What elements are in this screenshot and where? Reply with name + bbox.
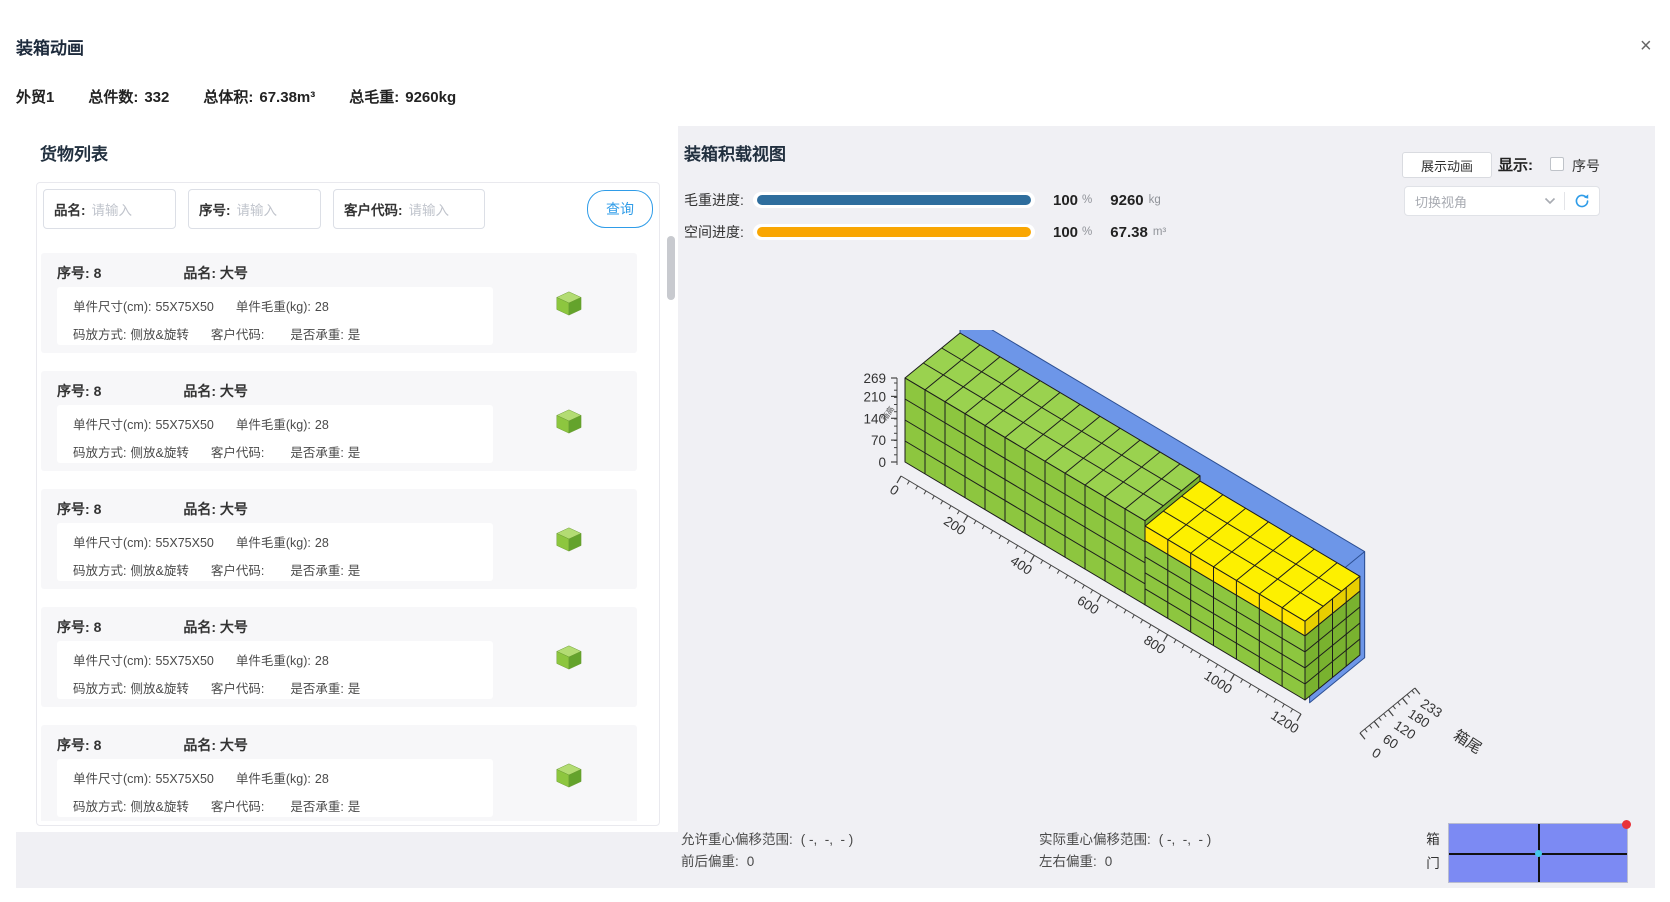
load-view-title: 装箱积载视图 <box>684 140 786 165</box>
cargo-card-header: 序号: 8品名: 大号 <box>57 381 248 401</box>
cargo-card-header: 序号: 8品名: 大号 <box>57 263 248 283</box>
progress-label: 毛重进度: <box>684 190 753 210</box>
door-center-dot <box>1535 850 1542 857</box>
summary-bar: 外贸1 总件数:332 总体积:67.38m³ 总毛重:9260kg <box>16 86 456 107</box>
door-corner-dot <box>1622 820 1631 829</box>
product-name-input[interactable]: 品名:请输入 <box>43 189 176 229</box>
sequence-checkbox-label: 序号 <box>1572 156 1600 176</box>
svg-text:200: 200 <box>941 513 968 538</box>
progress-percent: 100 <box>1053 224 1078 241</box>
refresh-icon[interactable] <box>1573 192 1591 210</box>
svg-text:400: 400 <box>1008 553 1035 578</box>
cargo-list-panel: 货物列表 品名:请输入 序号:请输入 客户代码:请输入 查询 序号: 8品名: … <box>16 126 678 832</box>
order-name: 外贸1 <box>16 86 54 107</box>
cargo-card-detail: 单件尺寸(cm):55X75X50单件毛重(kg):28 码放方式:侧放&旋转客… <box>57 641 493 699</box>
search-row: 品名:请输入 序号:请输入 客户代码:请输入 查询 <box>37 183 659 235</box>
progress-value: 67.38 <box>1110 224 1148 241</box>
cargo-list-container: 品名:请输入 序号:请输入 客户代码:请输入 查询 序号: 8品名: 大号 单件… <box>36 182 660 826</box>
cargo-card-detail: 单件尺寸(cm):55X75X50单件毛重(kg):28 码放方式:侧放&旋转客… <box>57 405 493 463</box>
door-position-diagram <box>1448 823 1628 883</box>
progress-bar <box>757 195 1031 205</box>
cargo-card[interactable]: 序号: 8品名: 大号 单件尺寸(cm):55X75X50单件毛重(kg):28… <box>41 371 637 471</box>
progress-track <box>753 224 1035 240</box>
container-3d-plot[interactable]: 070140210269箱高02004006008001000120006012… <box>640 330 1580 830</box>
svg-text:0: 0 <box>1369 745 1383 762</box>
progress-value: 9260 <box>1110 192 1143 209</box>
sequence-checkbox[interactable] <box>1550 157 1564 171</box>
progress-row-1: 空间进度: 100% 67.38 m³ <box>684 216 1244 248</box>
cargo-card[interactable]: 序号: 8品名: 大号 单件尺寸(cm):55X75X50单件毛重(kg):28… <box>41 253 637 353</box>
show-animation-button[interactable]: 展示动画 <box>1402 152 1492 178</box>
cargo-card-header: 序号: 8品名: 大号 <box>57 735 248 755</box>
box-3d-icon <box>553 761 583 789</box>
svg-text:箱高: 箱高 <box>879 404 896 423</box>
svg-text:600: 600 <box>1074 593 1101 618</box>
box-3d-icon <box>553 407 583 435</box>
progress-label: 空间进度: <box>684 222 753 242</box>
chevron-down-icon <box>1544 197 1556 205</box>
cargo-card-list: 序号: 8品名: 大号 单件尺寸(cm):55X75X50单件毛重(kg):28… <box>41 251 637 821</box>
svg-text:210: 210 <box>863 389 886 404</box>
dialog-body: 货物列表 品名:请输入 序号:请输入 客户代码:请输入 查询 序号: 8品名: … <box>16 126 1655 888</box>
svg-text:70: 70 <box>871 433 886 448</box>
client-code-input[interactable]: 客户代码:请输入 <box>333 189 485 229</box>
progress-row-0: 毛重进度: 100% 9260 kg <box>684 184 1244 216</box>
box-3d-icon <box>553 643 583 671</box>
percent-sign: % <box>1082 194 1092 206</box>
switch-view-select[interactable]: 切换视角 <box>1404 186 1600 216</box>
cargo-card[interactable]: 序号: 8品名: 大号 单件尺寸(cm):55X75X50单件毛重(kg):28… <box>41 607 637 707</box>
progress-unit: m³ <box>1153 226 1166 238</box>
cargo-card-detail: 单件尺寸(cm):55X75X50单件毛重(kg):28 码放方式:侧放&旋转客… <box>57 523 493 581</box>
cargo-list-title: 货物列表 <box>40 140 108 165</box>
progress-percent: 100 <box>1053 192 1078 209</box>
svg-text:800: 800 <box>1141 632 1168 657</box>
display-label: 显示: <box>1498 154 1533 175</box>
svg-text:0: 0 <box>887 482 901 499</box>
box-3d-icon <box>553 289 583 317</box>
front-rear-bias: 前后偏重:0 <box>681 850 754 870</box>
total-count: 总件数:332 <box>82 86 169 107</box>
cargo-card[interactable]: 序号: 8品名: 大号 单件尺寸(cm):55X75X50单件毛重(kg):28… <box>41 725 637 821</box>
progress-bar <box>757 227 1031 237</box>
total-weight: 总毛重:9260kg <box>343 86 456 107</box>
svg-text:0: 0 <box>878 455 886 470</box>
svg-text:箱尾: 箱尾 <box>1450 727 1484 758</box>
progress-rows: 毛重进度: 100% 9260 kg 空间进度: 100% 67.38 m³ <box>684 184 1244 248</box>
load-view-panel: 装箱积载视图 毛重进度: 100% 9260 kg 空间进度: 100% 67.38 m³ 展… <box>684 126 1655 888</box>
progress-track <box>753 192 1035 208</box>
percent-sign: % <box>1082 226 1092 238</box>
box-3d-icon <box>553 525 583 553</box>
close-icon[interactable]: × <box>1640 36 1652 56</box>
query-button[interactable]: 查询 <box>587 190 653 228</box>
cargo-card[interactable]: 序号: 8品名: 大号 单件尺寸(cm):55X75X50单件毛重(kg):28… <box>41 489 637 589</box>
progress-unit: kg <box>1149 194 1161 206</box>
page-title: 装箱动画 <box>16 34 84 59</box>
cargo-card-header: 序号: 8品名: 大号 <box>57 499 248 519</box>
cargo-card-detail: 单件尺寸(cm):55X75X50单件毛重(kg):28 码放方式:侧放&旋转客… <box>57 759 493 817</box>
total-volume: 总体积:67.38m³ <box>197 86 315 107</box>
actual-cg-offset: 实际重心偏移范围:( -, -, - ) <box>1039 828 1211 848</box>
list-scrollbar[interactable] <box>667 236 675 300</box>
sequence-input[interactable]: 序号:请输入 <box>188 189 321 229</box>
allowed-cg-offset: 允许重心偏移范围:( -, -, - ) <box>681 828 853 848</box>
cargo-card-header: 序号: 8品名: 大号 <box>57 617 248 637</box>
left-right-bias: 左右偏重:0 <box>1039 850 1112 870</box>
divider <box>1564 192 1565 210</box>
svg-text:269: 269 <box>863 371 886 386</box>
door-label: 箱门 <box>1425 828 1441 876</box>
cargo-card-detail: 单件尺寸(cm):55X75X50单件毛重(kg):28 码放方式:侧放&旋转客… <box>57 287 493 345</box>
